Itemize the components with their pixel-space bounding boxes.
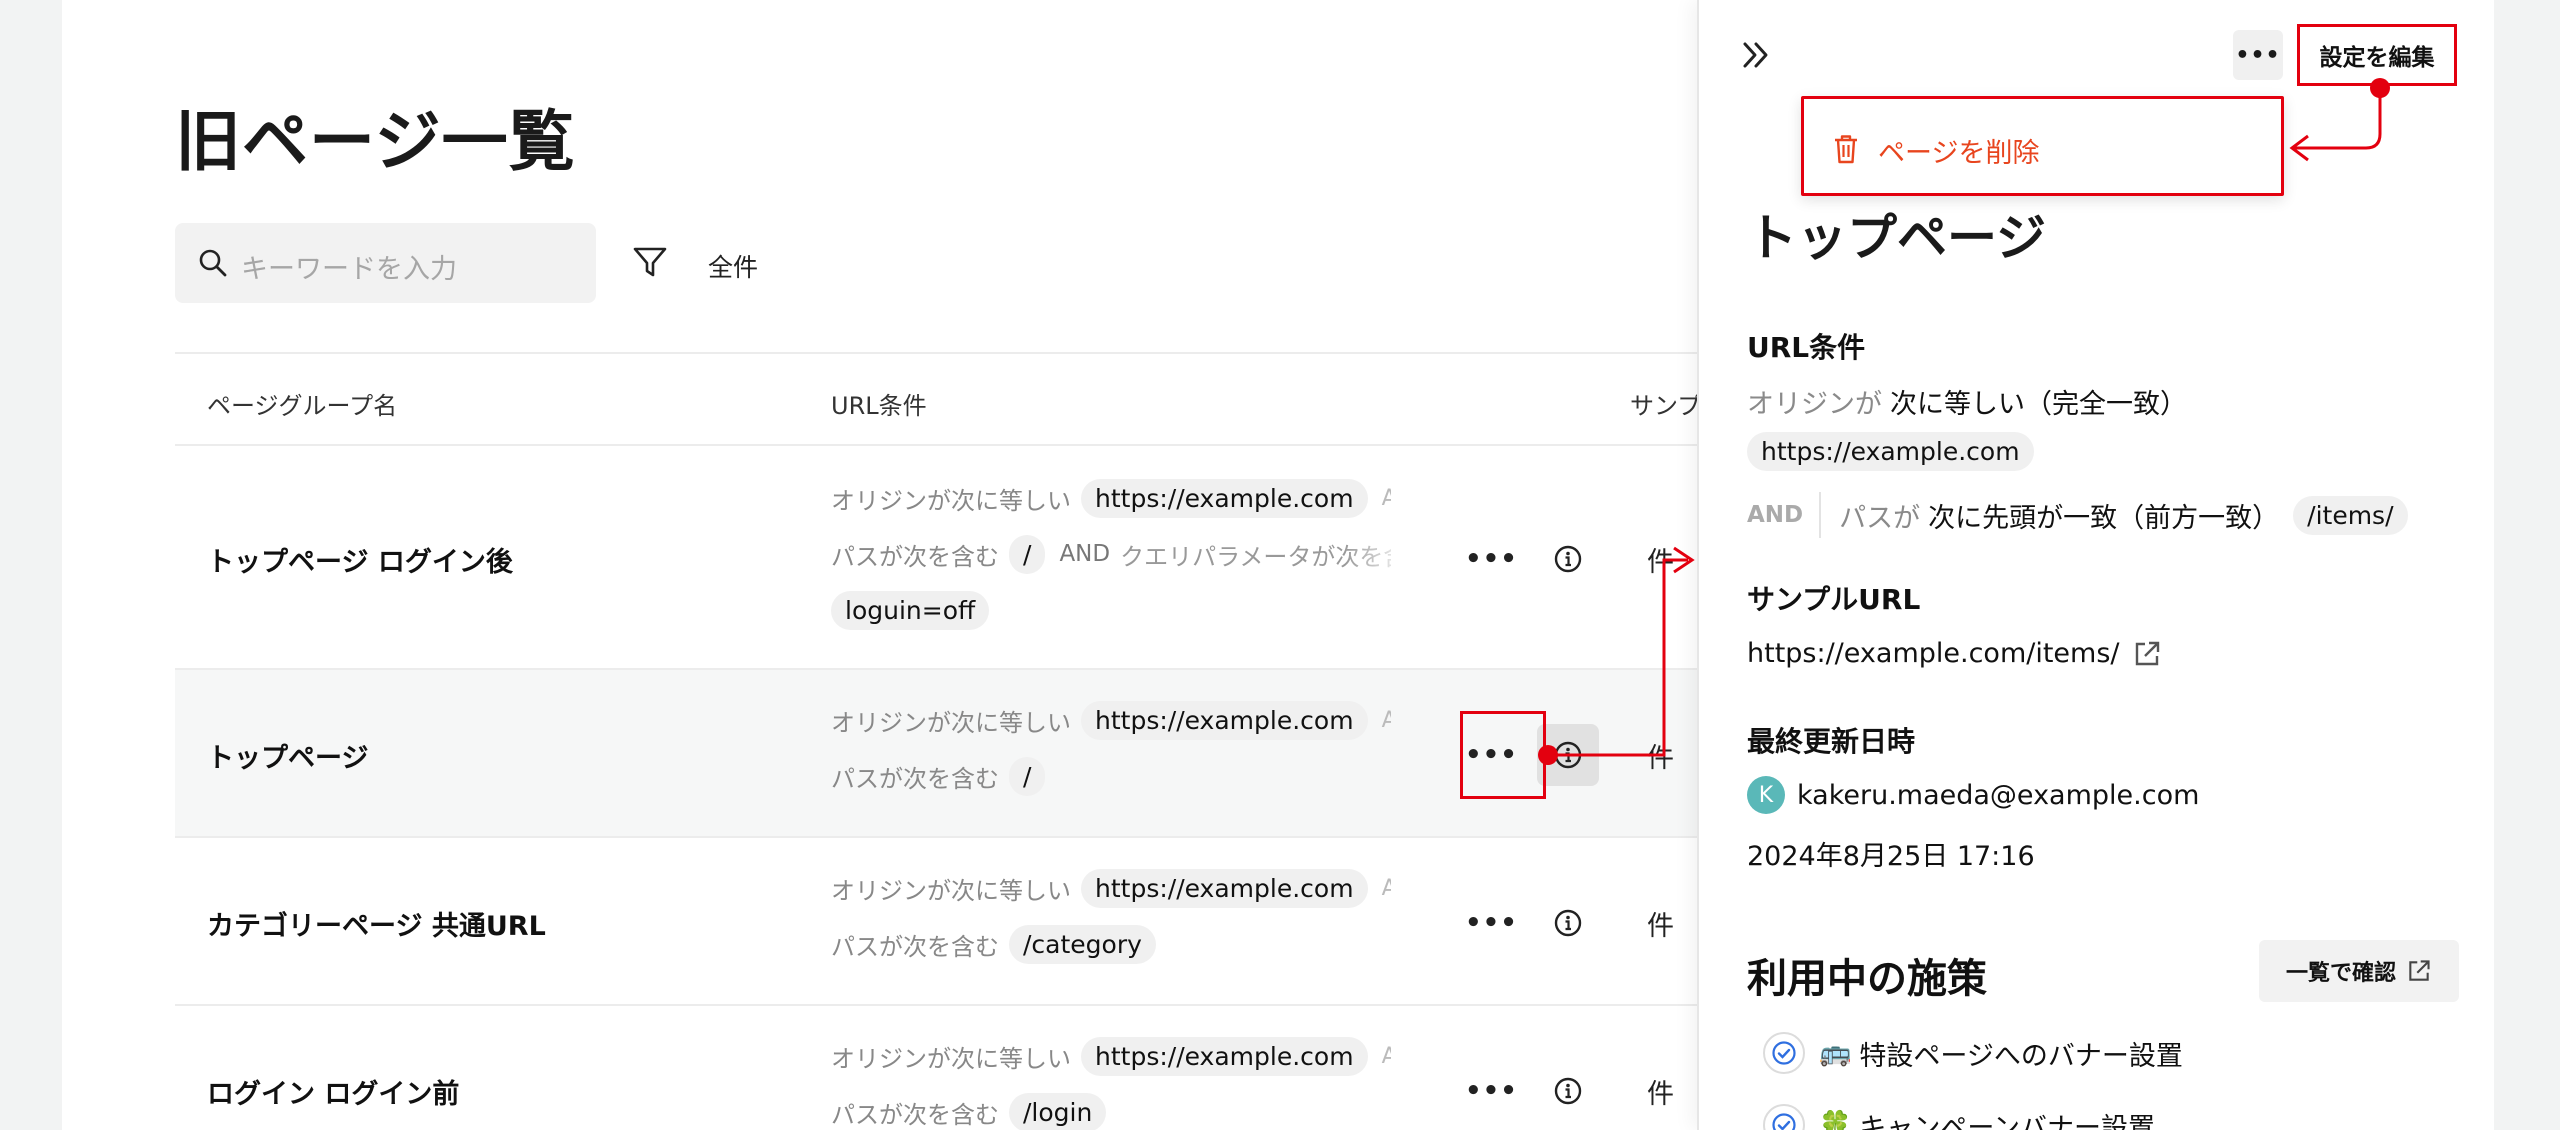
- dropdown-menu: ページを削除: [1801, 96, 2284, 196]
- table-header: ページグループ名 URL条件 サンプルUR: [175, 352, 1697, 446]
- row-info-button[interactable]: [1537, 1060, 1599, 1122]
- condition-chip: /login: [1009, 1092, 1107, 1130]
- search-icon: [199, 249, 227, 277]
- row-count: 件: [1647, 743, 1674, 774]
- condition-chip: /: [1009, 756, 1046, 796]
- search-input[interactable]: キーワードを入力: [241, 247, 457, 286]
- row-name: トップページ: [207, 743, 369, 774]
- row-info-button[interactable]: [1537, 892, 1599, 954]
- search-box[interactable]: キーワードを入力: [175, 223, 596, 303]
- path-condition: パスが次を含む / AND クエリパラメータが次を含: [831, 532, 1391, 576]
- filter-label[interactable]: 全件: [708, 248, 758, 284]
- info-icon: [1554, 1077, 1582, 1105]
- origin-condition: オリジンが 次に等しい（完全一致）: [1747, 389, 2187, 420]
- updated-at-line: 2024年8月25日 17:16: [1747, 834, 2035, 873]
- row-count: 件: [1647, 911, 1674, 942]
- table-row[interactable]: トップページ ログイン後 オリジンが次に等しい https://example.…: [175, 446, 1697, 670]
- external-link-icon[interactable]: [2132, 639, 2162, 669]
- condition-chip: https://example.com: [1081, 868, 1368, 908]
- path-condition: パスが次を含む /: [831, 754, 1391, 798]
- delete-page-menu-item[interactable]: ページを削除: [1878, 131, 2039, 170]
- app-frame: 旧ページ一覧 キーワードを入力 全件 ページグループ名 URL条件 サンプルUR…: [62, 0, 2494, 1130]
- row-count: 件: [1647, 547, 1674, 578]
- bus-icon: 🚌: [1819, 1038, 1852, 1068]
- updated-at: 2024年8月25日 17:16: [1747, 841, 2035, 872]
- collapse-panel-icon[interactable]: [1739, 38, 1773, 72]
- condition-chip: loguin=off: [831, 590, 990, 630]
- sample-url-link[interactable]: https://example.com/items/: [1747, 638, 2162, 669]
- avatar: K: [1747, 776, 1785, 814]
- condition-chip: https://example.com: [1081, 700, 1368, 740]
- sample-section-heading: サンプルURL: [1747, 583, 1921, 616]
- table-row[interactable]: ログイン ログイン前 オリジンが次に等しい https://example.co…: [175, 1006, 1697, 1130]
- info-icon: [1554, 741, 1582, 769]
- edit-settings-button[interactable]: 設定を編集: [2297, 24, 2457, 86]
- condition-chip: https://example.com: [1081, 1036, 1368, 1076]
- check-circle-icon: [1763, 1032, 1805, 1074]
- origin-value-line: https://example.com: [1747, 432, 2034, 471]
- external-link-icon: [2409, 960, 2430, 981]
- row-name: カテゴリーページ 共通URL: [207, 911, 546, 942]
- detail-panel: ••• 設定を編集 ページを削除 トップページ URL条件 オリジンが 次に等し…: [1697, 0, 2494, 1130]
- row-more-button[interactable]: •••: [1465, 1076, 1518, 1106]
- condition-chip: /category: [1009, 924, 1156, 964]
- query-condition: loguin=off: [831, 588, 1391, 632]
- trash-icon: [1835, 135, 1857, 164]
- path-condition: パスが次を含む /category: [831, 922, 1391, 966]
- panel-more-button[interactable]: •••: [2233, 30, 2283, 80]
- info-icon: [1554, 909, 1582, 937]
- column-header-sample: サンプルUR: [1630, 392, 1697, 420]
- table-row[interactable]: カテゴリーページ 共通URL オリジンが次に等しい https://exampl…: [175, 838, 1697, 1006]
- measure-item[interactable]: 🚌 特設ページへのバナー設置: [1763, 1032, 2183, 1074]
- measure-item[interactable]: 🍀 キャンペーンバナー設置: [1763, 1104, 2155, 1130]
- row-info-button[interactable]: [1537, 528, 1599, 590]
- condition-chip: /: [1009, 534, 1046, 574]
- updated-section-heading: 最終更新日時: [1747, 725, 1916, 758]
- filter-icon[interactable]: [632, 246, 668, 278]
- updated-by: kakeru.maeda@example.com: [1797, 779, 2200, 811]
- main-content: 旧ページ一覧 キーワードを入力 全件 ページグループ名 URL条件 サンプルUR…: [62, 0, 1697, 1130]
- column-header-url: URL条件: [831, 392, 927, 420]
- clover-icon: 🍀: [1819, 1110, 1852, 1130]
- url-section-heading: URL条件: [1747, 331, 1866, 364]
- path-value-chip: /items/: [2293, 495, 2408, 535]
- origin-condition: オリジンが次に等しい https://example.com AN: [831, 476, 1391, 520]
- origin-condition: オリジンが次に等しい https://example.com AN: [831, 1034, 1391, 1078]
- path-condition: パスが次を含む /login: [831, 1090, 1391, 1130]
- origin-condition: オリジンが次に等しい https://example.com AN: [831, 698, 1391, 742]
- and-tag: AND: [1747, 492, 1822, 538]
- row-info-button[interactable]: [1537, 724, 1599, 786]
- path-condition: AND パスが 次に先頭が一致（前方一致） /items/: [1747, 492, 2408, 538]
- fade-mask: [1345, 532, 1425, 576]
- updated-by-line: K kakeru.maeda@example.com: [1747, 776, 2199, 814]
- row-more-button[interactable]: •••: [1465, 544, 1518, 574]
- view-list-button[interactable]: 一覧で確認: [2259, 940, 2459, 1002]
- row-name: ログイン ログイン前: [207, 1079, 460, 1110]
- column-header-name: ページグループ名: [207, 392, 398, 420]
- panel-title: トップページ: [1747, 209, 2046, 267]
- annotation-highlight-info: [1460, 711, 1546, 799]
- row-more-button[interactable]: •••: [1465, 908, 1518, 938]
- check-circle-icon: [1763, 1104, 1805, 1130]
- origin-condition: オリジンが次に等しい https://example.com AN: [831, 866, 1391, 910]
- measures-section-heading: 利用中の施策: [1747, 956, 1987, 1002]
- info-icon: [1554, 545, 1582, 573]
- row-count: 件: [1647, 1079, 1674, 1110]
- page-title: 旧ページ一覧: [175, 103, 576, 180]
- condition-chip: https://example.com: [1081, 478, 1368, 518]
- row-name: トップページ ログイン後: [207, 547, 513, 578]
- origin-value-chip: https://example.com: [1747, 432, 2034, 471]
